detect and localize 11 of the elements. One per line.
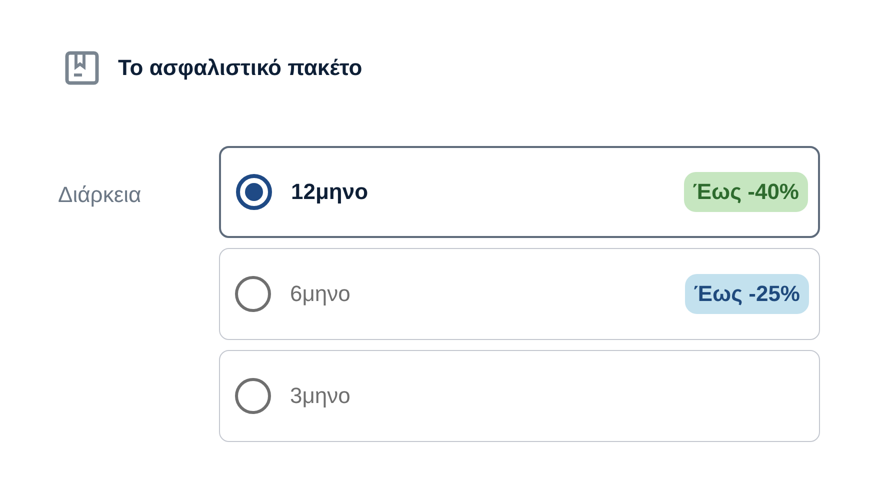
duration-option[interactable]: 3μηνο — [219, 350, 820, 442]
package-icon — [64, 50, 100, 86]
section-title: Το ασφαλιστικό πακέτο — [118, 55, 362, 81]
radio-button[interactable] — [236, 174, 272, 210]
duration-option[interactable]: 12μηνο Έως -40% — [219, 146, 820, 238]
discount-badge: Έως -25% — [684, 274, 809, 314]
duration-label: Διάρκεια — [58, 182, 142, 208]
discount-badge: Έως -40% — [684, 172, 808, 212]
duration-option[interactable]: 6μηνο Έως -25% — [219, 248, 820, 340]
radio-button[interactable] — [235, 276, 271, 312]
radio-button[interactable] — [235, 378, 271, 414]
